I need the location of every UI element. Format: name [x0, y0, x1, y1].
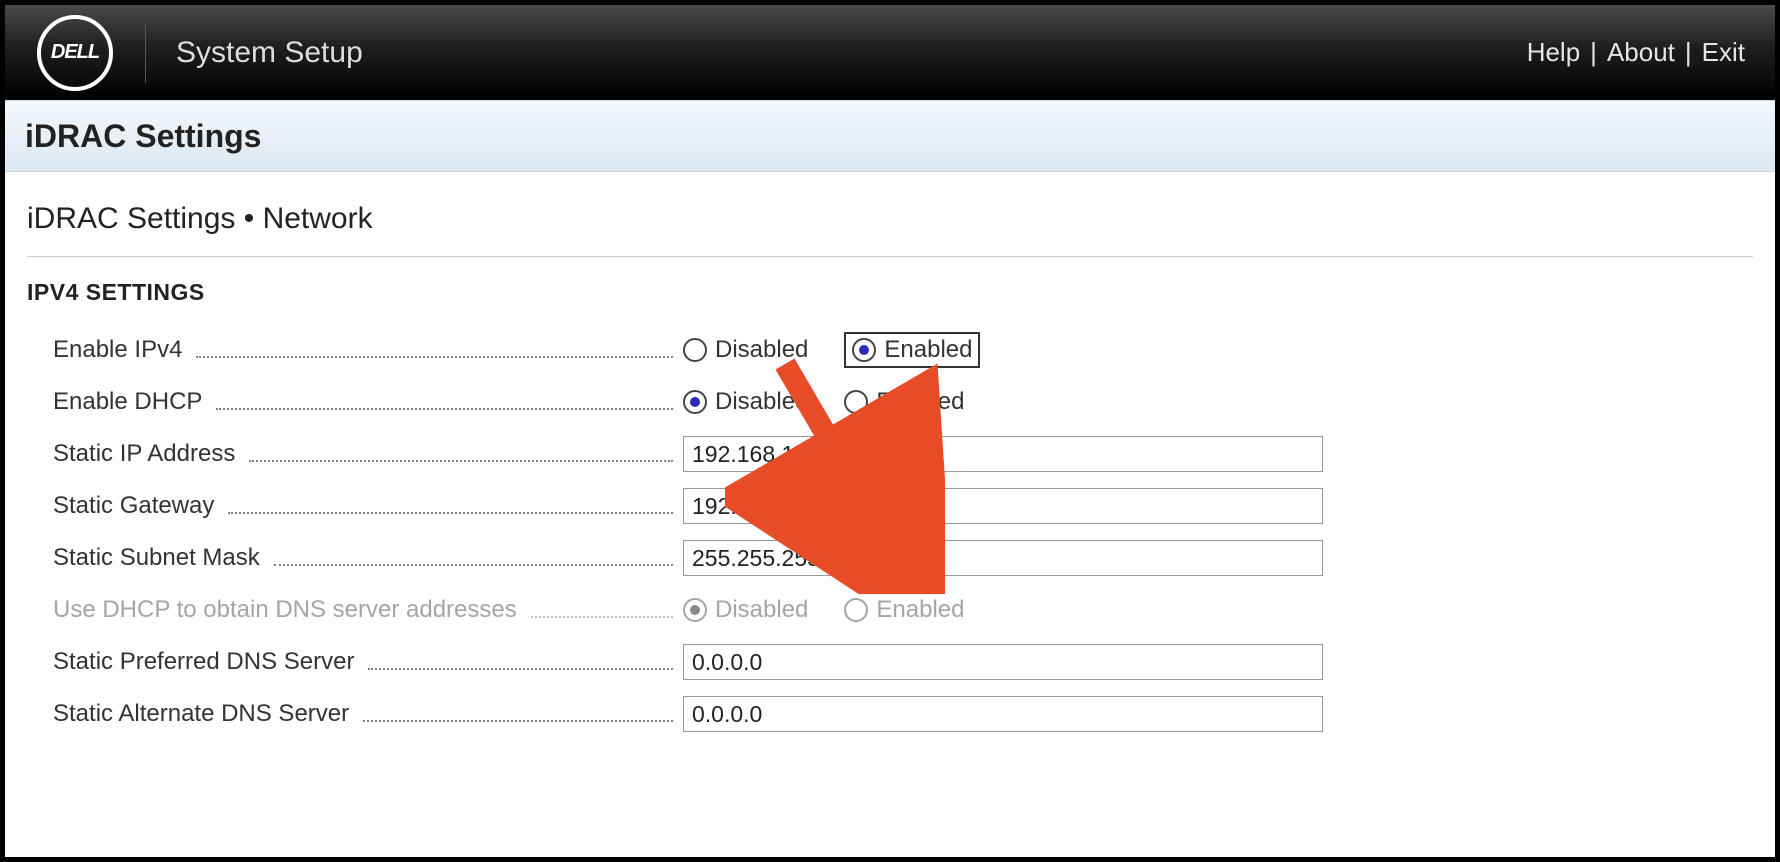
- logo-wrap: DELL: [5, 5, 145, 100]
- dot-leader: [196, 355, 673, 358]
- exit-link[interactable]: Exit: [1702, 37, 1745, 68]
- row-static-gateway: Static Gateway: [27, 480, 1753, 532]
- dell-logo-icon: DELL: [37, 15, 113, 91]
- breadcrumb: iDRAC Settings • Network: [27, 192, 1753, 257]
- label-dhcp-dns: Use DHCP to obtain DNS server addresses: [53, 596, 683, 624]
- radio-icon: [844, 390, 868, 414]
- row-dns-alternate: Static Alternate DNS Server: [27, 688, 1753, 740]
- radio-icon: [683, 390, 707, 414]
- enable-dhcp-disabled-radio[interactable]: Disabled: [683, 388, 808, 416]
- row-static-ip: Static IP Address: [27, 428, 1753, 480]
- static-gateway-input[interactable]: [683, 488, 1323, 524]
- about-link[interactable]: About: [1607, 37, 1675, 68]
- radio-icon: [852, 338, 876, 362]
- dot-leader: [363, 719, 673, 722]
- dot-leader: [274, 563, 673, 566]
- dot-leader: [531, 615, 673, 618]
- label-static-mask: Static Subnet Mask: [53, 544, 683, 572]
- sep: |: [1580, 37, 1607, 68]
- label-dns-alternate: Static Alternate DNS Server: [53, 700, 683, 728]
- dhcp-dns-enabled-radio: Enabled: [844, 596, 964, 624]
- app-title: System Setup: [176, 36, 363, 70]
- label-static-gateway: Static Gateway: [53, 492, 683, 520]
- radio-icon: [683, 598, 707, 622]
- divider: [145, 23, 146, 83]
- radio-icon: [844, 598, 868, 622]
- sep: |: [1675, 37, 1702, 68]
- enable-ipv4-enabled-radio[interactable]: Enabled: [844, 332, 980, 368]
- dhcp-dns-disabled-radio: Disabled: [683, 596, 808, 624]
- row-dhcp-dns: Use DHCP to obtain DNS server addresses …: [27, 584, 1753, 636]
- top-links: Help | About | Exit: [1527, 5, 1745, 100]
- help-link[interactable]: Help: [1527, 37, 1580, 68]
- label-dns-preferred: Static Preferred DNS Server: [53, 648, 683, 676]
- row-enable-ipv4: Enable IPv4 Disabled Enabled: [27, 324, 1753, 376]
- dns-preferred-input[interactable]: [683, 644, 1323, 680]
- row-dns-preferred: Static Preferred DNS Server: [27, 636, 1753, 688]
- dot-leader: [228, 511, 673, 514]
- dot-leader: [216, 407, 673, 410]
- enable-dhcp-enabled-radio[interactable]: Enabled: [844, 388, 964, 416]
- label-enable-dhcp: Enable DHCP: [53, 388, 683, 416]
- enable-ipv4-disabled-radio[interactable]: Disabled: [683, 336, 808, 364]
- static-ip-input[interactable]: [683, 436, 1323, 472]
- content: iDRAC Settings • Network IPV4 SETTINGS E…: [5, 172, 1775, 760]
- row-static-mask: Static Subnet Mask: [27, 532, 1753, 584]
- section-title: IPV4 SETTINGS: [27, 279, 1753, 306]
- page-header: iDRAC Settings: [5, 100, 1775, 172]
- top-bar: DELL System Setup Help | About | Exit: [5, 5, 1775, 100]
- page-title: iDRAC Settings: [25, 118, 261, 155]
- radio-icon: [683, 338, 707, 362]
- row-enable-dhcp: Enable DHCP Disabled Enabled: [27, 376, 1753, 428]
- dot-leader: [249, 459, 673, 462]
- label-static-ip: Static IP Address: [53, 440, 683, 468]
- dot-leader: [368, 667, 673, 670]
- brand-text: DELL: [51, 41, 99, 64]
- label-enable-ipv4: Enable IPv4: [53, 336, 683, 364]
- dns-alternate-input[interactable]: [683, 696, 1323, 732]
- static-mask-input[interactable]: [683, 540, 1323, 576]
